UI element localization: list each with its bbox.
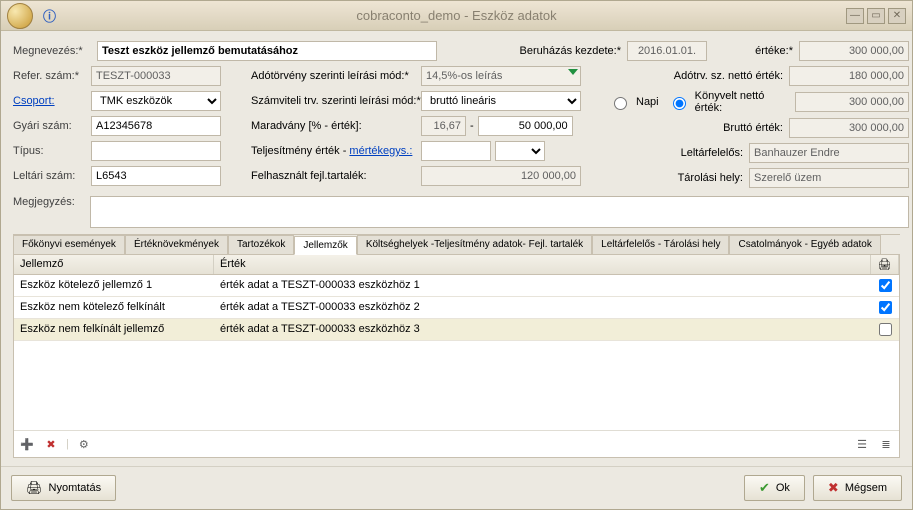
- grid-header-print-icon[interactable]: 🖨: [871, 255, 899, 274]
- label-beruhazas: Beruházás kezdete:*: [511, 45, 621, 57]
- label-leltari: Leltári szám:: [13, 170, 91, 182]
- grid-cell-val: érték adat a TESZT-000033 eszközhöz 3: [214, 319, 871, 340]
- felhasznalt-value: 120 000,00: [421, 166, 581, 186]
- cancel-button[interactable]: ✖ Mégsem: [813, 475, 902, 501]
- grid-row[interactable]: Eszköz nem kötelező felkínált érték adat…: [14, 297, 899, 319]
- label-szamviteli: Számviteli trv. szerinti leírási mód:*: [251, 95, 421, 107]
- label-napi: Napi: [636, 96, 659, 108]
- label-teljesitmeny: Teljesítmény érték -: [251, 145, 349, 157]
- cancel-button-label: Mégsem: [845, 482, 887, 494]
- tab-erteknovekmenyek[interactable]: Értéknövekmények: [125, 235, 228, 254]
- tipus-input[interactable]: [91, 141, 221, 161]
- napi-radio[interactable]: [614, 97, 627, 110]
- csoport-select[interactable]: TMK eszközök: [91, 91, 221, 111]
- grid-header-attr[interactable]: Jellemző: [14, 255, 214, 274]
- refer-value: TESZT-000033: [91, 66, 221, 86]
- delete-row-icon[interactable]: ✖: [42, 435, 60, 453]
- megjegyzes-textarea[interactable]: [90, 196, 909, 228]
- grid-cell-attr: Eszköz kötelező jellemző 1: [14, 275, 214, 296]
- label-refer: Refer. szám:*: [13, 70, 91, 82]
- maximize-button[interactable]: ▭: [867, 8, 885, 24]
- label-gyari: Gyári szám:: [13, 120, 91, 132]
- grid-row-checkbox[interactable]: [879, 301, 892, 314]
- add-row-icon[interactable]: ➕: [18, 435, 36, 453]
- window-title: cobraconto_demo - Eszköz adatok: [356, 8, 556, 23]
- app-window: ⓘ cobraconto_demo - Eszköz adatok — ▭ ✕ …: [0, 0, 913, 510]
- teljesitmeny-input[interactable]: [421, 141, 491, 161]
- label-brutto: Bruttó érték:: [653, 122, 783, 134]
- minimize-button[interactable]: —: [846, 8, 864, 24]
- brutto-value: 300 000,00: [789, 118, 909, 138]
- info-icon[interactable]: ⓘ: [43, 6, 56, 25]
- label-adotorveny: Adótörvény szerinti leírási mód:*: [251, 70, 421, 82]
- leltari-input[interactable]: [91, 166, 221, 186]
- grid-row-checkbox[interactable]: [879, 323, 892, 336]
- titlebar: ⓘ cobraconto_demo - Eszköz adatok — ▭ ✕: [1, 1, 912, 31]
- konyvelt-value: 300 000,00: [795, 92, 909, 112]
- label-adotrv-netto: Adótrv. sz. nettó érték:: [653, 70, 783, 82]
- label-leltarfelelos: Leltárfelelős:: [653, 147, 743, 159]
- maradvany-pct: 16,67: [421, 116, 466, 136]
- adotorveny-select[interactable]: 14,5%-os leírás: [421, 66, 581, 86]
- app-logo-icon: [7, 3, 33, 29]
- ok-button[interactable]: ✔ Ok: [744, 475, 805, 501]
- mertekegys-select[interactable]: [495, 141, 545, 161]
- tab-koltseghelyek[interactable]: Költséghelyek -Teljesítmény adatok- Fejl…: [357, 235, 592, 254]
- tab-csatolmanyok[interactable]: Csatolmányok - Egyéb adatok: [729, 235, 880, 254]
- konyvelt-radio[interactable]: [673, 97, 686, 110]
- close-button[interactable]: ✕: [888, 8, 906, 24]
- adotrv-netto-value: 180 000,00: [789, 66, 909, 86]
- tab-jellemzok[interactable]: Jellemzők: [294, 236, 356, 255]
- erteke-value: 300 000,00: [799, 41, 909, 61]
- grid-cell-attr: Eszköz nem kötelező felkínált: [14, 297, 214, 318]
- detail-view-icon[interactable]: ≣: [877, 435, 895, 453]
- label-maradvany: Maradvány [% - érték]:: [251, 120, 421, 132]
- attributes-grid: Jellemző Érték 🖨 Eszköz kötelező jellemz…: [13, 254, 900, 458]
- grid-header-val[interactable]: Érték: [214, 255, 871, 274]
- beruhazas-date[interactable]: 2016.01.01.: [627, 41, 707, 61]
- tab-fokonyvi[interactable]: Főkönyvi események: [13, 235, 125, 254]
- label-megnevezes: Megnevezés:*: [13, 45, 91, 57]
- leltarfelelos-value: Banhauzer Endre: [749, 143, 909, 163]
- maradvany-val-input[interactable]: [478, 116, 573, 136]
- label-konyvelt: Könyvelt nettó érték:: [695, 90, 790, 114]
- label-tarolasi: Tárolási hely:: [653, 172, 743, 184]
- tab-tartozekok[interactable]: Tartozékok: [228, 235, 294, 254]
- printer-icon: 🖨: [26, 480, 43, 496]
- cross-icon: ✖: [828, 480, 839, 496]
- gyari-input[interactable]: [91, 116, 221, 136]
- ok-button-label: Ok: [776, 482, 790, 494]
- tarolasi-value: Szerelő üzem: [749, 168, 909, 188]
- grid-cell-attr: Eszköz nem felkínált jellemző: [14, 319, 214, 340]
- label-megjegyzes: Megjegyzés:: [13, 196, 84, 208]
- label-erteke: értéke:*: [733, 45, 793, 57]
- label-tipus: Típus:: [13, 145, 91, 157]
- mertekegys-link[interactable]: mértékegys.:: [349, 145, 412, 157]
- label-csoport-link[interactable]: Csoport:: [13, 95, 91, 107]
- grid-row[interactable]: Eszköz kötelező jellemző 1 érték adat a …: [14, 275, 899, 297]
- label-felhasznalt: Felhasznált fejl.tartalék:: [251, 170, 421, 182]
- list-view-icon[interactable]: ☰: [853, 435, 871, 453]
- grid-cell-val: érték adat a TESZT-000033 eszközhöz 1: [214, 275, 871, 296]
- check-icon: ✔: [759, 480, 770, 496]
- tab-leltarfelelos[interactable]: Leltárfelelős - Tárolási hely: [592, 235, 729, 254]
- megnevezes-input[interactable]: [97, 41, 437, 61]
- print-button[interactable]: 🖨 Nyomtatás: [11, 475, 116, 501]
- grid-row-checkbox[interactable]: [879, 279, 892, 292]
- szamviteli-select[interactable]: bruttó lineáris: [421, 91, 581, 111]
- grid-cell-val: érték adat a TESZT-000033 eszközhöz 2: [214, 297, 871, 318]
- tab-bar: Főkönyvi események Értéknövekmények Tart…: [13, 234, 900, 254]
- grid-row[interactable]: Eszköz nem felkínált jellemző érték adat…: [14, 319, 899, 341]
- settings-icon[interactable]: ⚙: [75, 435, 93, 453]
- print-button-label: Nyomtatás: [49, 482, 102, 494]
